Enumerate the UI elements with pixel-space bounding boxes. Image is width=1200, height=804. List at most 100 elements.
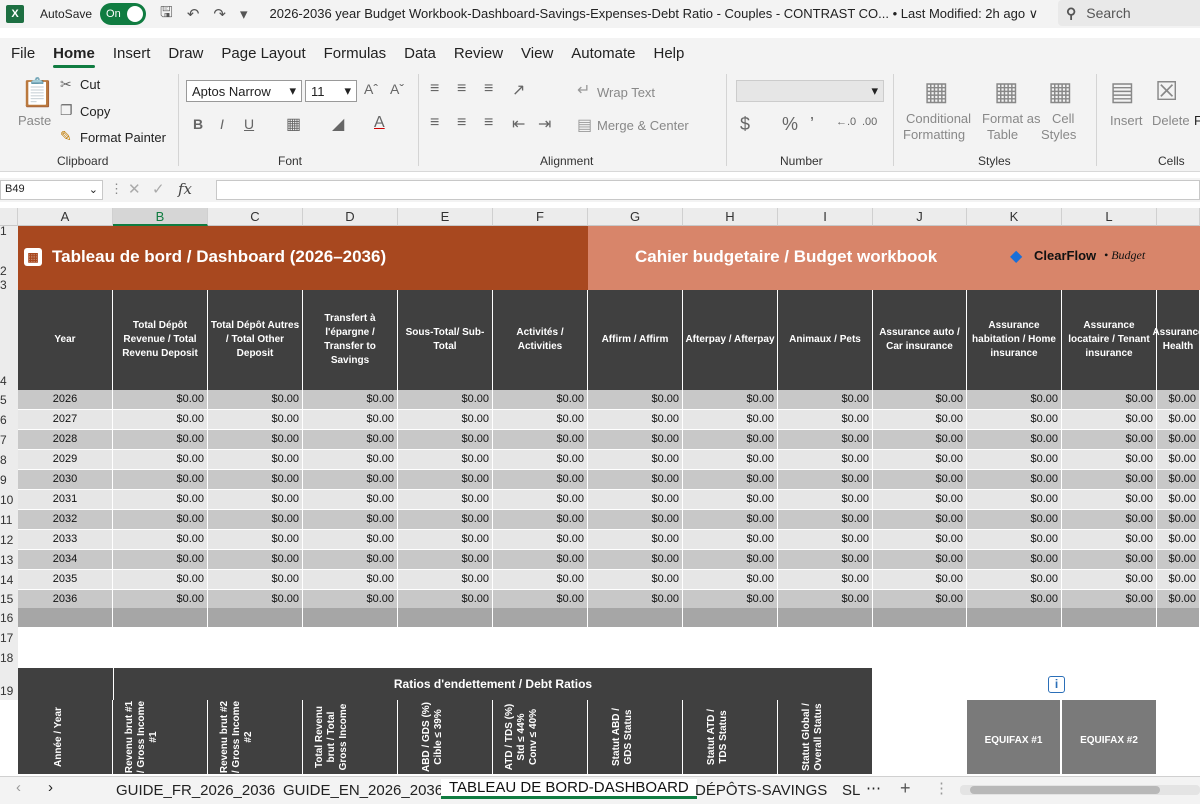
value-cell[interactable]: $0.00 [113, 490, 208, 510]
year-cell[interactable]: 2033 [18, 530, 113, 550]
value-cell[interactable]: $0.00 [778, 470, 873, 490]
row-header[interactable]: 17 [0, 628, 18, 648]
value-cell[interactable]: $0.00 [778, 510, 873, 530]
value-cell[interactable]: $0.00 [303, 550, 398, 570]
value-cell[interactable]: $0.00 [208, 530, 303, 550]
tab-insert[interactable]: Insert [113, 45, 151, 62]
save-icon[interactable]: 🖫 [160, 2, 173, 27]
value-cell[interactable]: $0.00 [683, 430, 778, 450]
value-cell[interactable]: $0.00 [303, 450, 398, 470]
more-sheets-icon[interactable]: ⋯ [866, 779, 881, 797]
total-cell[interactable] [873, 608, 967, 628]
total-cell[interactable] [1062, 608, 1157, 628]
value-cell[interactable]: $0.00 [588, 410, 683, 430]
total-cell[interactable] [398, 608, 493, 628]
value-cell[interactable]: $0.00 [1157, 450, 1200, 470]
value-cell[interactable]: $0.00 [303, 430, 398, 450]
value-cell[interactable]: $0.00 [493, 550, 588, 570]
value-cell[interactable]: $0.00 [588, 430, 683, 450]
column-header[interactable]: J [873, 208, 967, 226]
insert-cells-button[interactable]: Insert [1110, 113, 1143, 128]
value-cell[interactable]: $0.00 [398, 430, 493, 450]
value-cell[interactable]: $0.00 [1062, 510, 1157, 530]
insert-function-button[interactable]: fx [178, 180, 192, 198]
tabs-options-icon[interactable]: ⋮ [934, 779, 949, 797]
year-cell[interactable]: 2030 [18, 470, 113, 490]
name-box[interactable]: B49 ⌄ [0, 180, 103, 200]
value-cell[interactable]: $0.00 [1157, 590, 1200, 610]
decrease-indent-icon[interactable]: ⇤ [512, 114, 525, 134]
value-cell[interactable]: $0.00 [1062, 450, 1157, 470]
increase-font-icon[interactable]: Aˆ [364, 81, 378, 97]
next-sheet-icon[interactable]: › [48, 779, 53, 796]
value-cell[interactable]: $0.00 [208, 430, 303, 450]
value-cell[interactable]: $0.00 [1062, 550, 1157, 570]
format-painter-button[interactable]: Format Painter [80, 130, 166, 145]
value-cell[interactable]: $0.00 [493, 390, 588, 410]
value-cell[interactable]: $0.00 [303, 470, 398, 490]
align-center-icon[interactable]: ≡ [457, 114, 466, 132]
column-header[interactable]: E [398, 208, 493, 226]
align-right-icon[interactable]: ≡ [484, 114, 493, 132]
value-cell[interactable]: $0.00 [493, 470, 588, 490]
year-cell[interactable]: 2031 [18, 490, 113, 510]
row-header[interactable]: 13 [0, 550, 18, 570]
value-cell[interactable]: $0.00 [683, 410, 778, 430]
year-cell[interactable]: 2027 [18, 410, 113, 430]
value-cell[interactable]: $0.00 [113, 450, 208, 470]
value-cell[interactable]: $0.00 [398, 490, 493, 510]
value-cell[interactable]: $0.00 [1062, 470, 1157, 490]
value-cell[interactable]: $0.00 [683, 570, 778, 590]
row-header[interactable]: 15 [0, 590, 18, 608]
value-cell[interactable]: $0.00 [873, 570, 967, 590]
year-cell[interactable]: 2029 [18, 450, 113, 470]
value-cell[interactable]: $0.00 [208, 390, 303, 410]
value-cell[interactable]: $0.00 [493, 430, 588, 450]
value-cell[interactable]: $0.00 [588, 510, 683, 530]
value-cell[interactable]: $0.00 [778, 390, 873, 410]
value-cell[interactable]: $0.00 [873, 590, 967, 610]
value-cell[interactable]: $0.00 [1157, 430, 1200, 450]
value-cell[interactable]: $0.00 [967, 530, 1062, 550]
value-cell[interactable]: $0.00 [208, 450, 303, 470]
value-cell[interactable]: $0.00 [1157, 530, 1200, 550]
total-cell[interactable] [493, 608, 588, 628]
undo-icon[interactable]: ↶ [187, 5, 200, 23]
search-box[interactable]: ⚲ Search [1058, 0, 1200, 26]
wrap-text-button[interactable]: Wrap Text [597, 85, 655, 100]
value-cell[interactable]: $0.00 [398, 570, 493, 590]
tab-automate[interactable]: Automate [571, 45, 635, 62]
column-header[interactable]: L [1062, 208, 1157, 226]
value-cell[interactable]: $0.00 [967, 450, 1062, 470]
value-cell[interactable]: $0.00 [778, 490, 873, 510]
value-cell[interactable]: $0.00 [873, 550, 967, 570]
total-cell[interactable] [18, 608, 113, 628]
column-header[interactable]: H [683, 208, 778, 226]
sheet-tab-more[interactable]: SL [842, 782, 860, 799]
value-cell[interactable]: $0.00 [873, 430, 967, 450]
row-header[interactable]: 3 [0, 279, 18, 291]
format-as-table-label-1[interactable]: Format as [982, 111, 1041, 126]
value-cell[interactable]: $0.00 [1062, 430, 1157, 450]
customize-qat-icon[interactable]: ▾ [240, 5, 248, 23]
value-cell[interactable]: $0.00 [588, 470, 683, 490]
value-cell[interactable]: $0.00 [398, 390, 493, 410]
value-cell[interactable]: $0.00 [208, 410, 303, 430]
row-header[interactable]: 2 [0, 236, 18, 280]
value-cell[interactable]: $0.00 [398, 590, 493, 610]
value-cell[interactable]: $0.00 [1157, 470, 1200, 490]
row-header[interactable]: 16 [0, 608, 18, 628]
value-cell[interactable]: $0.00 [967, 470, 1062, 490]
value-cell[interactable]: $0.00 [303, 490, 398, 510]
year-cell[interactable]: 2034 [18, 550, 113, 570]
sheet-tab-dashboard[interactable]: TABLEAU DE BORD-DASHBOARD [441, 779, 697, 799]
value-cell[interactable]: $0.00 [303, 570, 398, 590]
decrease-font-icon[interactable]: Aˇ [390, 81, 404, 97]
value-cell[interactable]: $0.00 [113, 590, 208, 610]
value-cell[interactable]: $0.00 [588, 490, 683, 510]
increase-indent-icon[interactable]: ⇥ [538, 114, 551, 134]
value-cell[interactable]: $0.00 [303, 530, 398, 550]
paste-icon[interactable]: 📋 [20, 76, 55, 109]
format-painter-icon[interactable]: ✎ [60, 128, 72, 145]
total-cell[interactable] [588, 608, 683, 628]
